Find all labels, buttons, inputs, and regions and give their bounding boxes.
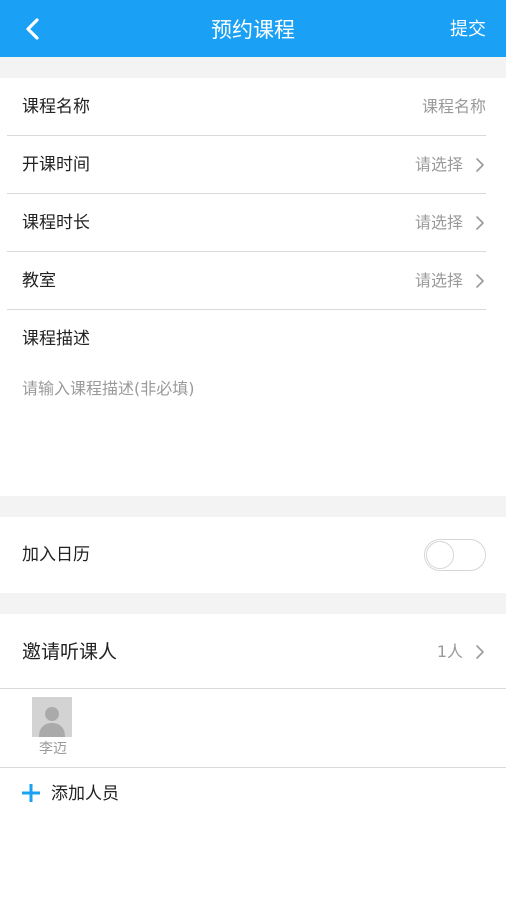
course-name-row[interactable]: 课程名称 课程名称	[0, 78, 506, 136]
toggle-knob	[426, 541, 454, 569]
chevron-right-icon	[476, 645, 484, 659]
start-time-row[interactable]: 开课时间 请选择	[0, 136, 506, 194]
course-name-label: 课程名称	[22, 97, 90, 117]
plus-icon	[22, 784, 40, 802]
classroom-row[interactable]: 教室 请选择	[0, 252, 506, 310]
page-title: 预约课程	[211, 18, 295, 42]
invite-row[interactable]: 邀请听课人 1人	[0, 623, 506, 681]
section-gap	[0, 496, 506, 517]
duration-value: 请选择	[414, 213, 463, 232]
chevron-right-icon	[476, 216, 484, 230]
app-header: 预约课程 提交	[0, 0, 506, 57]
section-gap	[0, 57, 506, 78]
classroom-label: 教室	[22, 271, 56, 291]
back-button[interactable]	[14, 12, 50, 46]
add-member-label: 添加人员	[51, 784, 119, 804]
calendar-label: 加入日历	[22, 545, 90, 565]
classroom-value: 请选择	[414, 271, 463, 290]
chevron-right-icon	[476, 158, 484, 172]
divider	[7, 309, 486, 310]
section-gap	[0, 593, 506, 614]
description-input[interactable]	[22, 376, 484, 486]
start-time-value: 请选择	[414, 155, 463, 174]
description-label: 课程描述	[22, 329, 90, 349]
attendee-item[interactable]: 李迈	[32, 697, 74, 759]
invite-label: 邀请听课人	[22, 641, 118, 663]
chevron-right-icon	[476, 274, 484, 288]
start-time-label: 开课时间	[22, 155, 90, 175]
add-member-button[interactable]: 添加人员	[0, 768, 506, 820]
duration-row[interactable]: 课程时长 请选择	[0, 194, 506, 252]
divider	[0, 688, 506, 689]
default-avatar-icon	[32, 697, 72, 737]
chevron-left-icon	[26, 18, 39, 40]
submit-button[interactable]: 提交	[450, 0, 486, 57]
duration-label: 课程时长	[22, 213, 90, 233]
course-name-input[interactable]: 课程名称	[422, 78, 486, 136]
calendar-toggle[interactable]	[424, 539, 486, 571]
invite-count: 1人	[436, 642, 463, 661]
attendee-name: 李迈	[39, 741, 67, 757]
